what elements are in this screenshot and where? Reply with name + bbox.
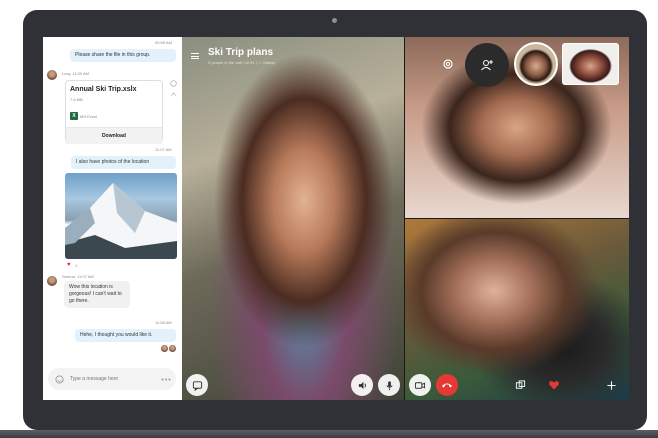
file-type: MS Excel	[80, 114, 97, 119]
emoji-icon[interactable]	[54, 374, 64, 384]
message-bubble-incoming: Wow this location is gorgeous! I can't w…	[64, 281, 130, 308]
message-sender: Lucy, 11:00 AM	[62, 71, 89, 76]
screen-share-icon	[515, 379, 525, 389]
message-bubble-outgoing: I also have photos of the location	[71, 156, 176, 169]
call-title: Ski Trip plans	[208, 47, 274, 58]
speaker-button[interactable]	[351, 374, 373, 396]
file-name: Annual Ski Trip.xslx	[70, 86, 137, 93]
participant-thumbnail[interactable]	[514, 42, 558, 86]
read-receipt-avatar	[169, 345, 176, 352]
more-actions-button[interactable]	[600, 374, 622, 396]
avatar-serena[interactable]	[47, 276, 57, 286]
chat-bubble-icon	[192, 380, 202, 391]
more-options-icon[interactable]	[160, 374, 172, 384]
message-bubble-outgoing: Hehe, I thought you would like it.	[75, 329, 176, 342]
heart-reaction-icon[interactable]: ♥	[67, 262, 71, 268]
speaker-icon	[358, 381, 366, 389]
self-view-thumbnail[interactable]	[562, 43, 619, 85]
file-size: 7.6 MB	[70, 97, 83, 102]
main-participant-video[interactable]	[182, 37, 404, 400]
video-toggle-button[interactable]	[409, 374, 431, 396]
message-compose-bar	[48, 368, 176, 390]
tile-divider	[404, 218, 629, 219]
message-input[interactable]	[70, 368, 150, 390]
video-camera-icon	[414, 381, 426, 389]
microphone-icon	[385, 380, 393, 390]
message-sender: Serena, 11:07 AM	[62, 274, 94, 279]
reactions-button[interactable]	[543, 374, 565, 396]
chat-toggle-button[interactable]	[186, 374, 208, 396]
plus-icon	[606, 380, 616, 390]
forward-icon[interactable]	[169, 89, 177, 97]
avatar-lucy[interactable]	[47, 70, 57, 80]
download-button[interactable]: Download	[66, 127, 162, 144]
heart-icon	[549, 381, 559, 390]
reaction-icon[interactable]	[169, 79, 177, 87]
message-bubble-outgoing: Please share the file in this group.	[70, 49, 176, 62]
participant-video-tile[interactable]	[404, 218, 629, 400]
gear-icon[interactable]	[441, 57, 455, 71]
message-timestamp: 11:08 AM	[155, 320, 172, 325]
mute-button[interactable]	[378, 374, 400, 396]
reaction-count: 1	[75, 263, 78, 268]
message-timestamp: 11:07 AM	[155, 147, 172, 152]
add-person-icon	[481, 60, 493, 71]
file-attachment-card[interactable]: Annual Ski Trip.xslx 7.6 MB X MS Excel D…	[65, 80, 163, 144]
end-call-button[interactable]	[436, 374, 458, 396]
excel-icon: X	[70, 112, 78, 120]
screen-share-button[interactable]	[509, 374, 531, 396]
read-receipt-avatar	[161, 345, 168, 352]
call-subtitle: 3 people in the call | 02:31 | ☆ Gallery	[208, 60, 276, 65]
webcam-dot	[332, 18, 337, 23]
message-timestamp: 00:59 AM	[155, 40, 172, 45]
shared-photo-mountain[interactable]	[65, 173, 177, 259]
end-call-icon	[442, 383, 452, 388]
add-participant-button[interactable]	[465, 43, 509, 87]
chat-panel: 00:59 AM Please share the file in this g…	[43, 37, 182, 400]
hamburger-icon[interactable]	[191, 53, 199, 59]
skype-app-window: 00:59 AM Please share the file in this g…	[43, 37, 629, 400]
laptop-base	[0, 430, 658, 438]
